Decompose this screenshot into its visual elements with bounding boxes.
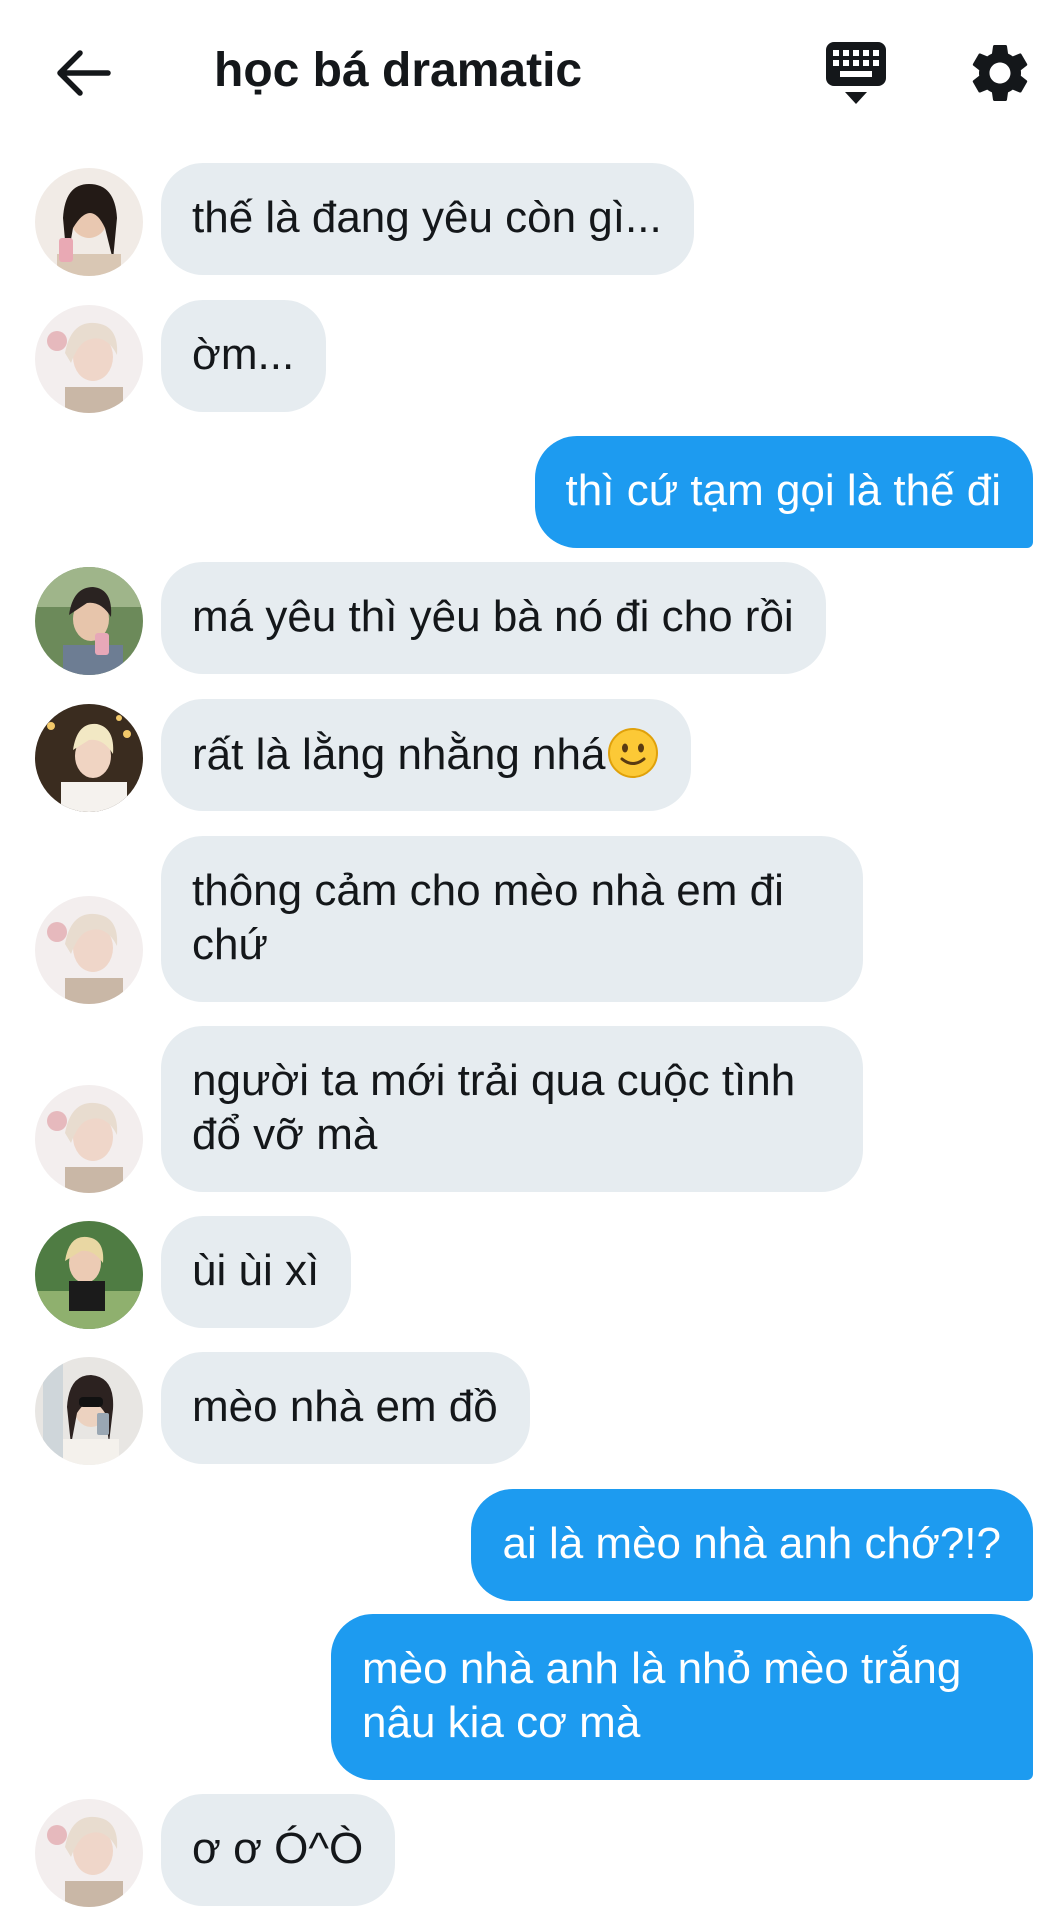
message-text: người ta mới trải qua cuộc tình đổ vỡ mà xyxy=(192,1056,808,1159)
avatar[interactable] xyxy=(35,567,143,675)
message-bubble[interactable]: mèo nhà em đồ xyxy=(161,1352,530,1464)
message-bubble[interactable]: thông cảm cho mèo nhà em đi chứ xyxy=(161,836,863,1002)
message-text: mèo nhà anh là nhỏ mèo trắng nâu kia cơ … xyxy=(362,1644,974,1747)
message-text: mèo nhà em đồ xyxy=(192,1382,498,1431)
avatar[interactable] xyxy=(35,1799,143,1907)
keyboard-shortcuts-button[interactable] xyxy=(823,38,889,108)
slightly-smiling-face-icon xyxy=(608,728,659,778)
message-bubble[interactable]: rất là lằng nhằng nhá xyxy=(161,699,692,811)
message-text: má yêu thì yêu bà nó đi cho rồi xyxy=(192,592,794,641)
message-bubble[interactable]: má yêu thì yêu bà nó đi cho rồi xyxy=(161,562,826,674)
message-text: thế là đang yêu còn gì... xyxy=(192,193,662,242)
message-bubble[interactable]: người ta mới trải qua cuộc tình đổ vỡ mà xyxy=(161,1026,863,1192)
gear-icon xyxy=(972,44,1028,101)
message-bubble[interactable]: ùi ùi xì xyxy=(161,1216,352,1328)
message-text: ờm... xyxy=(192,330,295,379)
avatar[interactable] xyxy=(35,305,143,413)
message-text: rất là lằng nhằng nhá xyxy=(192,730,606,779)
message-bubble-outgoing[interactable]: ai là mèo nhà anh chớ?!? xyxy=(471,1489,1033,1601)
avatar[interactable] xyxy=(35,168,143,276)
avatar[interactable] xyxy=(35,1085,143,1193)
message-text: ùi ùi xì xyxy=(192,1246,320,1295)
arrow-left-icon xyxy=(57,50,111,96)
message-text: thông cảm cho mèo nhà em đi chứ xyxy=(192,866,797,969)
message-text: ơ ơ Ó^Ò xyxy=(192,1824,364,1873)
message-bubble[interactable]: thế là đang yêu còn gì... xyxy=(161,163,694,275)
avatar[interactable] xyxy=(35,1357,143,1465)
avatar[interactable] xyxy=(35,896,143,1004)
avatar[interactable] xyxy=(35,1221,143,1329)
keyboard-icon xyxy=(826,42,886,104)
message-bubble-outgoing[interactable]: mèo nhà anh là nhỏ mèo trắng nâu kia cơ … xyxy=(331,1614,1033,1780)
message-text: thì cứ tạm gọi là thế đi xyxy=(565,466,1001,515)
message-text: ai là mèo nhà anh chớ?!? xyxy=(502,1519,1001,1568)
message-bubble-outgoing[interactable]: thì cứ tạm gọi là thế đi xyxy=(534,436,1033,548)
avatar[interactable] xyxy=(35,704,143,812)
message-bubble[interactable]: ơ ơ Ó^Ò xyxy=(161,1794,396,1906)
chat-header: học bá dramatic xyxy=(0,0,1049,140)
back-button[interactable] xyxy=(52,42,114,104)
message-bubble[interactable]: ờm... xyxy=(161,300,327,412)
conversation-title: học bá dramatic xyxy=(214,44,583,97)
settings-button[interactable] xyxy=(965,38,1035,108)
